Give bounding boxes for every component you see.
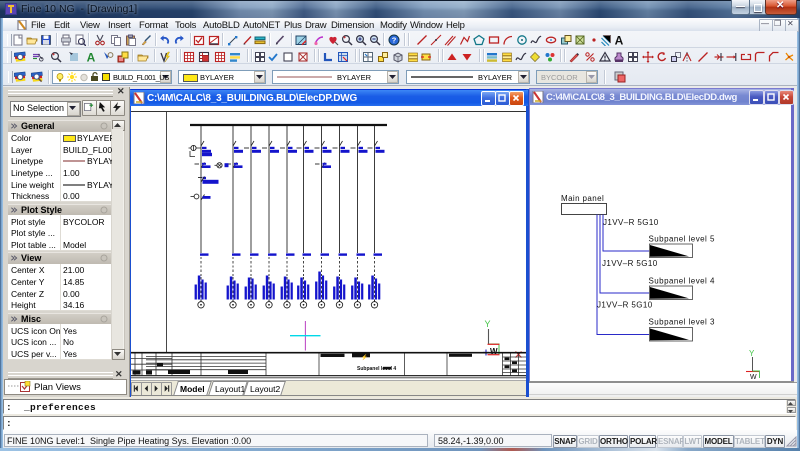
svg-text:W: W: [750, 374, 757, 381]
svg-text:J1VV–R 5G10: J1VV–R 5G10: [603, 218, 659, 227]
svg-text:J1VV–R 5G10: J1VV–R 5G10: [602, 259, 658, 268]
svg-text:A: A: [86, 51, 95, 63]
svg-text:Subpanel level 4: Subpanel level 4: [649, 277, 715, 286]
svg-text:A: A: [615, 34, 624, 46]
svg-text:⚡: ⚡: [361, 354, 368, 361]
svg-text:J1VV–R 5G10: J1VV–R 5G10: [597, 301, 653, 310]
svg-text:Subpanel level 4: Subpanel level 4: [357, 366, 396, 372]
svg-text:Main panel: Main panel: [561, 194, 604, 203]
svg-text:W: W: [490, 347, 498, 356]
svg-text:Subpanel level 5: Subpanel level 5: [649, 235, 715, 244]
svg-text:Subpanel level 3: Subpanel level 3: [649, 318, 715, 327]
svg-text:Y: Y: [485, 319, 491, 329]
svg-text:?: ?: [392, 36, 397, 45]
svg-text:Y: Y: [749, 349, 755, 358]
